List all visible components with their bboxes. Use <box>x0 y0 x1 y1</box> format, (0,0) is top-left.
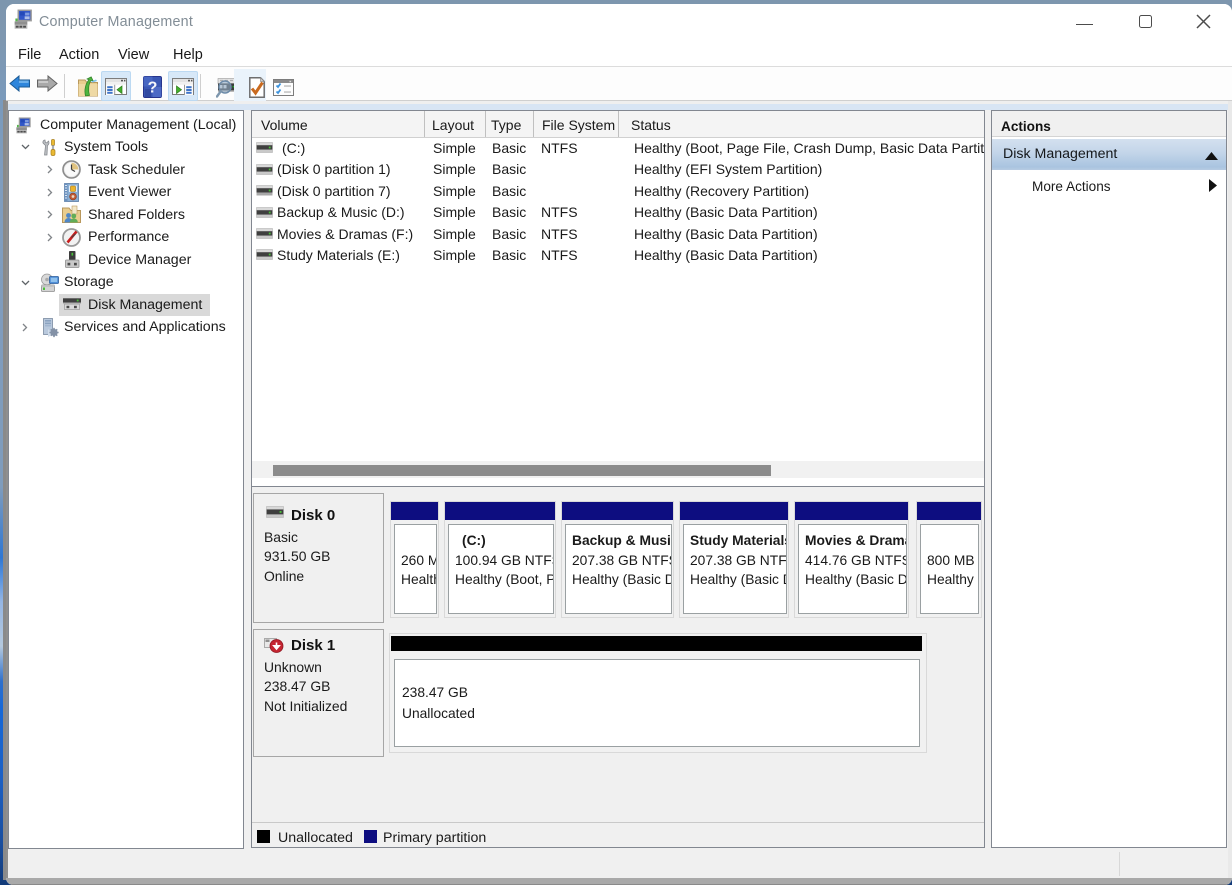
svg-text:?: ? <box>148 80 158 97</box>
